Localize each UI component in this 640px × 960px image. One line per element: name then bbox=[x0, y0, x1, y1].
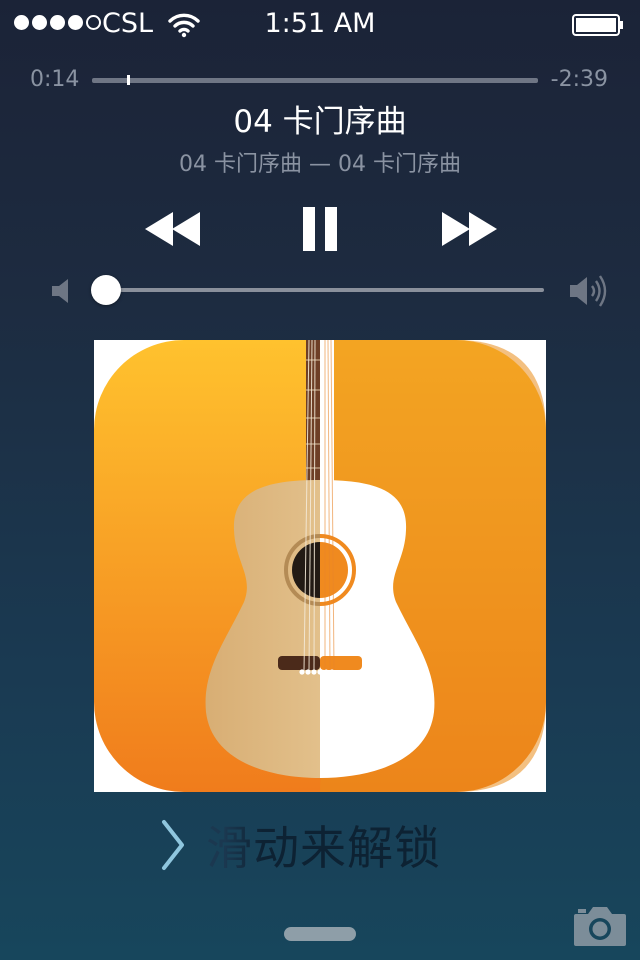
volume-slider-knob[interactable] bbox=[91, 275, 121, 305]
volume-high-icon bbox=[570, 275, 607, 307]
fast-forward-icon bbox=[442, 212, 497, 246]
slide-to-unlock-slider[interactable]: 滑动来解锁 bbox=[0, 812, 640, 876]
album-artwork bbox=[94, 340, 546, 792]
guitar-artwork bbox=[94, 340, 546, 792]
pause-button[interactable] bbox=[296, 205, 344, 253]
rewind-button[interactable] bbox=[140, 208, 206, 250]
song-title: 04 卡门序曲 bbox=[233, 104, 407, 140]
rewind-icon bbox=[145, 212, 200, 246]
status-clock: 1:51 AM bbox=[264, 8, 376, 39]
song-artist-album: 04 卡门序曲 — 04 卡门序曲 bbox=[179, 152, 461, 177]
remaining-time: -2:39 bbox=[550, 67, 608, 92]
camera-icon[interactable] bbox=[572, 902, 628, 948]
volume-low-icon bbox=[52, 279, 68, 303]
control-center-grabber[interactable] bbox=[284, 927, 356, 941]
chevron-right-icon bbox=[162, 820, 184, 870]
playback-progress-bar[interactable] bbox=[92, 78, 538, 83]
elapsed-time: 0:14 bbox=[30, 67, 80, 92]
battery-icon bbox=[572, 14, 623, 36]
fast-forward-button[interactable] bbox=[436, 208, 502, 250]
status-bar: CSL 1:51 AM bbox=[0, 0, 640, 48]
volume-slider-track[interactable] bbox=[106, 288, 544, 292]
playback-position-marker[interactable] bbox=[126, 75, 130, 85]
slide-to-unlock-label: 滑动来解锁 bbox=[206, 821, 441, 875]
pause-icon bbox=[303, 207, 337, 251]
